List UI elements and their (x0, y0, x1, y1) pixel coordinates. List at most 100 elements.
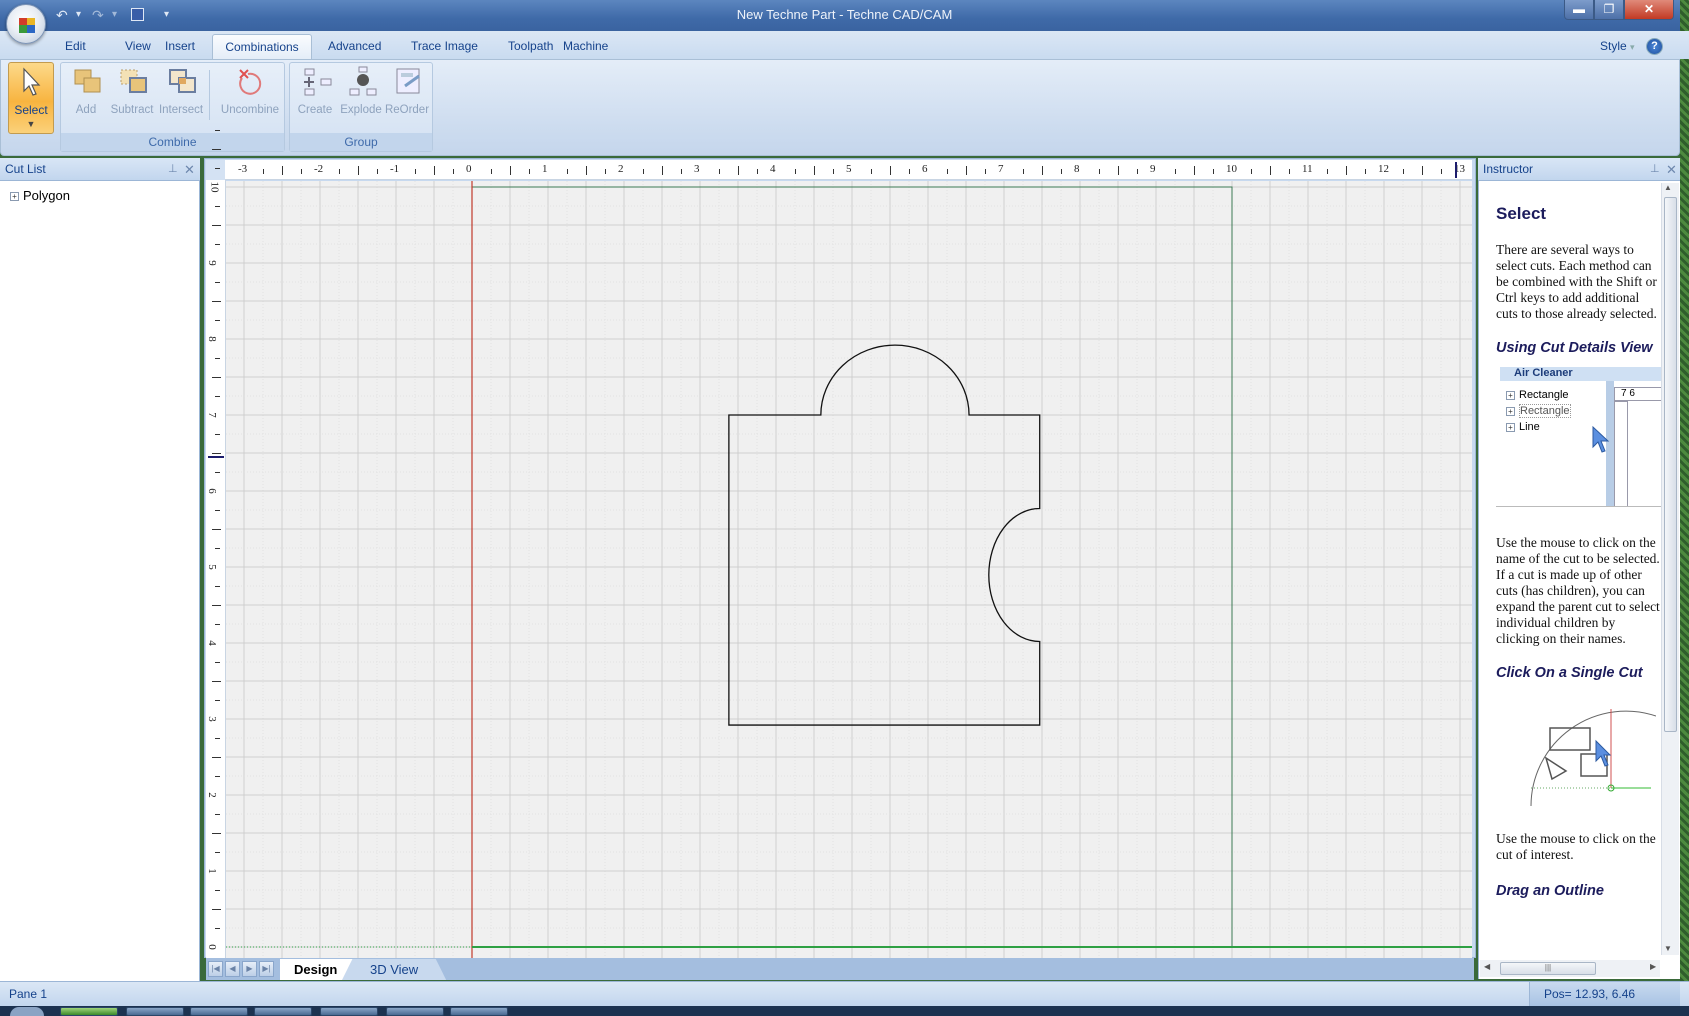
ruler-tick (215, 396, 220, 397)
help-icon[interactable]: ? (1646, 38, 1663, 55)
close-button[interactable]: ✕ (1624, 0, 1674, 20)
ruler-tick (212, 377, 221, 378)
vertical-ruler[interactable]: 0 1 2 3 4 5 6 7 8 9 10 (205, 130, 226, 958)
scroll-thumb[interactable] (1664, 197, 1677, 732)
ruler-tick (529, 169, 530, 174)
scroll-right-icon[interactable]: ▶ (1650, 962, 1656, 971)
style-label: Style (1600, 39, 1627, 53)
reorder-icon (396, 68, 420, 94)
reorder-button[interactable]: ReOrder (383, 64, 431, 120)
ruler-tick (1137, 169, 1138, 174)
group-group-label: Group (290, 133, 432, 151)
ruler-tick (1023, 169, 1024, 174)
ruler-tick (212, 757, 221, 758)
illustration-item: Rectangle (1519, 389, 1569, 401)
scroll-up-icon[interactable]: ▲ (1664, 183, 1672, 192)
tab-edit[interactable]: Edit (57, 34, 94, 59)
first-page-icon[interactable]: |◀ (208, 961, 223, 977)
intersect-button[interactable]: Intersect (157, 64, 205, 120)
instructor-heading: Select (1496, 204, 1547, 223)
ruler-tick (215, 434, 220, 435)
status-bar: Pane 1 Pos= 12.93, 6.46 (0, 981, 1689, 1006)
tab-view[interactable]: View (117, 34, 159, 59)
taskbar-app[interactable] (386, 1007, 444, 1016)
ruler-label: -3 (238, 163, 248, 175)
ruler-tick (1365, 169, 1366, 174)
ruler-label: 9 (1150, 163, 1156, 175)
ruler-tick (215, 472, 220, 473)
reorder-label: ReOrder (384, 104, 430, 116)
cursor-arrow-icon (1592, 425, 1610, 453)
cursor-arrow-icon (23, 67, 41, 96)
ruler-tick (757, 169, 758, 174)
ruler-tick (215, 586, 220, 587)
style-menu[interactable]: Style ▾ (1592, 34, 1643, 59)
ruler-tick (215, 738, 220, 739)
ruler-tick (795, 169, 796, 174)
ruler-tick (890, 166, 891, 175)
tab-3d-view[interactable]: 3D View (342, 959, 447, 980)
ruler-tick (1175, 169, 1176, 174)
taskbar-app[interactable] (126, 1007, 184, 1016)
ruler-tick (215, 814, 220, 815)
ruler-tick (966, 166, 967, 175)
horizontal-ruler[interactable]: -3 -2 -1 0 1 2 3 4 5 6 7 8 9 10 11 12 13 (225, 160, 1518, 180)
taskbar-app[interactable] (190, 1007, 248, 1016)
tab-combinations[interactable]: Combinations (212, 34, 312, 59)
create-group-icon (304, 68, 332, 96)
instructor-horizontal-scrollbar[interactable]: ◀ ||| ▶ (1480, 960, 1660, 977)
instructor-content: Select There are several ways to select … (1496, 183, 1661, 953)
prev-page-icon[interactable]: ◀ (225, 961, 240, 977)
taskbar-app[interactable] (60, 1007, 118, 1016)
taskbar-app[interactable] (320, 1007, 378, 1016)
ruler-label: 8 (205, 336, 218, 342)
ruler-tick (215, 928, 220, 929)
cut-list-item-polygon[interactable]: + Polygon (10, 188, 70, 203)
last-page-icon[interactable]: ▶| (259, 961, 274, 977)
ruler-tick (1213, 169, 1214, 174)
combine-group-label: Combine (61, 133, 284, 151)
ruler-tick (215, 206, 220, 207)
ruler-tick (947, 169, 948, 174)
tab-insert[interactable]: Insert (157, 34, 203, 59)
ruler-tick (212, 833, 221, 834)
tab-toolpath[interactable]: Toolpath (500, 34, 553, 59)
intersect-label: Intersect (158, 104, 204, 116)
ruler-tick (415, 169, 416, 174)
next-page-icon[interactable]: ▶ (242, 961, 257, 977)
ruler-tick (586, 166, 587, 175)
uncombine-button[interactable]: Uncombine (221, 64, 279, 120)
cut-list-panel (0, 181, 200, 981)
restore-button[interactable]: ❐ (1594, 0, 1624, 20)
taskbar-app[interactable] (450, 1007, 508, 1016)
select-button[interactable]: Select ▼ (8, 62, 54, 134)
status-position: Pos= 12.93, 6.46 (1529, 982, 1680, 1006)
add-shapes-icon (74, 69, 101, 93)
taskbar-app[interactable] (254, 1007, 312, 1016)
pin-icon[interactable]: ⊥ (1650, 158, 1660, 181)
expand-icon[interactable]: + (10, 192, 19, 202)
tab-advanced[interactable]: Advanced (320, 34, 389, 59)
illustration-tree: + Rectangle + Rectangle + Line (1506, 387, 1571, 435)
scroll-thumb[interactable]: ||| (1500, 962, 1596, 975)
pin-icon[interactable]: ⊥ (168, 158, 178, 181)
app-logo-icon (19, 18, 35, 33)
tab-machine[interactable]: Machine (555, 34, 616, 59)
minimize-button[interactable]: ▬ (1564, 0, 1594, 20)
drawing-surface[interactable] (226, 181, 1472, 958)
tab-trace-image[interactable]: Trace Image (403, 34, 486, 59)
application-menu-button[interactable] (6, 4, 46, 44)
ruler-label: 4 (205, 640, 218, 646)
ruler-label: 1 (542, 163, 548, 175)
instructor-intro: There are several ways to select cuts. E… (1496, 242, 1657, 321)
scroll-down-icon[interactable]: ▼ (1664, 944, 1672, 953)
ruler-tick (738, 166, 739, 175)
ruler-label: -1 (390, 163, 400, 175)
design-canvas[interactable] (226, 181, 1472, 958)
select-dropdown-icon[interactable]: ▼ (9, 119, 53, 129)
start-button[interactable] (10, 1007, 44, 1016)
instructor-vertical-scrollbar[interactable]: ▲ ▼ (1661, 183, 1679, 955)
scroll-left-icon[interactable]: ◀ (1484, 962, 1490, 971)
close-panel-icon[interactable]: ✕ (184, 158, 195, 181)
close-panel-icon[interactable]: ✕ (1666, 158, 1677, 181)
